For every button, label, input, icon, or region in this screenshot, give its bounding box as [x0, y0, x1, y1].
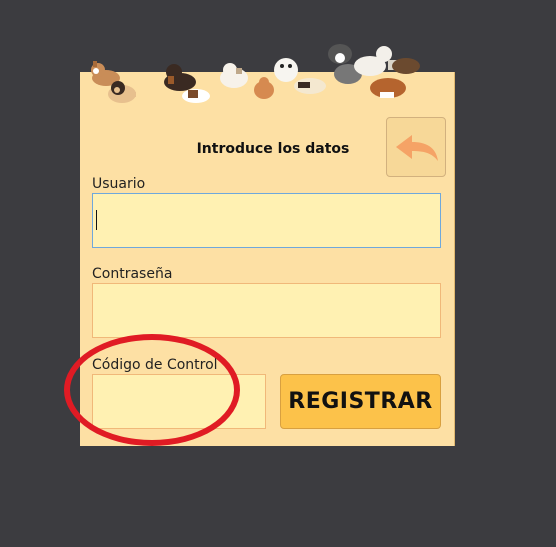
contrasena-input[interactable] — [92, 283, 441, 338]
register-button[interactable]: REGISTRAR — [280, 374, 441, 429]
back-arrow-icon — [396, 135, 438, 161]
back-button[interactable] — [386, 117, 446, 177]
red-annotation-circle — [64, 334, 240, 446]
usuario-input[interactable] — [92, 193, 441, 248]
contrasena-label: Contraseña — [92, 266, 173, 282]
dogs-banner-image — [91, 44, 420, 103]
form-title: Introduce los datos — [196, 141, 350, 157]
text-caret — [96, 210, 97, 230]
usuario-label: Usuario — [92, 176, 146, 192]
